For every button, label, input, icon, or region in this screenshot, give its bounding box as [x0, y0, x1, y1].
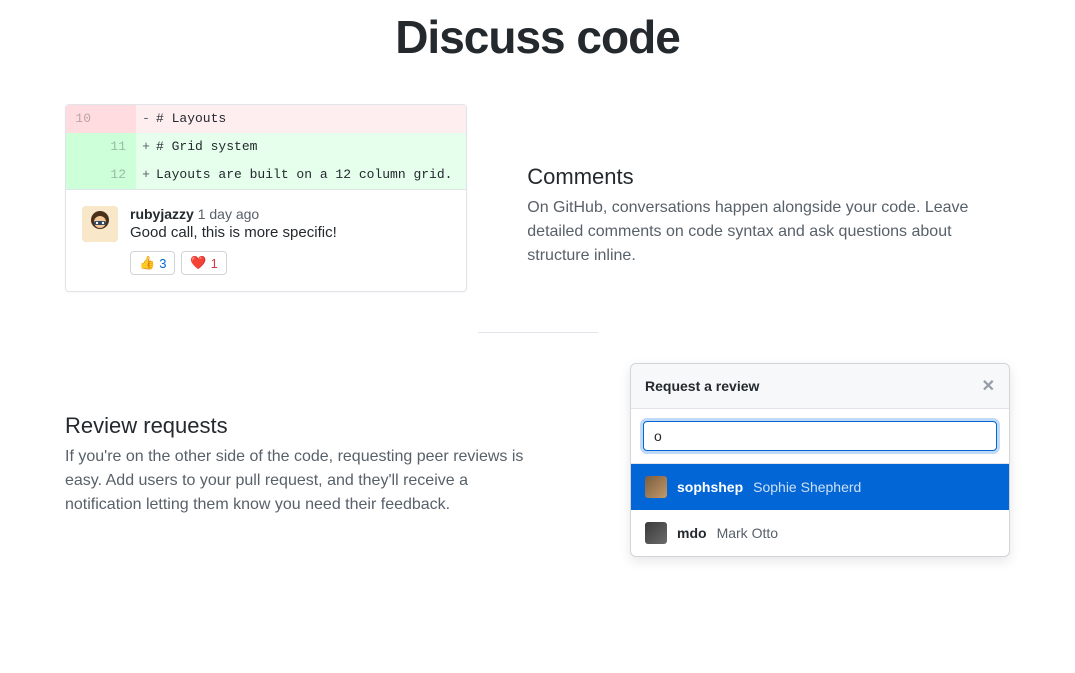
reactions: 👍 3 ❤️ 1: [130, 251, 450, 275]
page-title: Discuss code: [0, 10, 1075, 64]
reviewer-search-input[interactable]: [643, 421, 997, 451]
request-review-popover: Request a review ✕ sophshep Sophie Sheph…: [630, 363, 1010, 557]
reviews-section: Review requests If you're on the other s…: [0, 363, 1075, 557]
reaction-count: 1: [211, 256, 218, 271]
section-heading: Comments: [527, 164, 1010, 190]
old-line-number: 10: [66, 105, 101, 133]
new-line-number: 11: [101, 133, 136, 161]
close-icon[interactable]: ✕: [982, 376, 995, 396]
diff-sign: +: [136, 133, 156, 161]
popover-title: Request a review: [645, 378, 759, 394]
reviewer-result-item[interactable]: sophshep Sophie Shepherd: [631, 464, 1009, 510]
old-line-number: [66, 161, 101, 189]
comment-text: Good call, this is more specific!: [130, 224, 450, 241]
diff-sign: +: [136, 161, 156, 189]
avatar: [645, 522, 667, 544]
comment-author[interactable]: rubyjazzy: [130, 206, 194, 222]
reviewer-username: mdo: [677, 525, 707, 541]
avatar: [82, 206, 118, 242]
diff-row-addition: 11 + # Grid system: [66, 133, 466, 161]
reviewer-result-item[interactable]: mdo Mark Otto: [631, 510, 1009, 556]
reviewer-fullname: Mark Otto: [717, 525, 778, 541]
section-description: If you're on the other side of the code,…: [65, 445, 548, 517]
comment-header: rubyjazzy 1 day ago: [130, 206, 450, 222]
diff-row-addition: 12 + Layouts are built on a 12 column gr…: [66, 161, 466, 189]
diff-card: 10 - # Layouts 11 + # Grid system 12 + L…: [65, 104, 467, 292]
diff-code: Layouts are built on a 12 column grid.: [156, 161, 466, 189]
thumbs-up-icon: 👍: [139, 255, 155, 271]
section-heading: Review requests: [65, 413, 548, 439]
new-line-number: [101, 105, 136, 133]
avatar: [645, 476, 667, 498]
comment-time: 1 day ago: [198, 206, 260, 222]
diff-sign: -: [136, 105, 156, 133]
old-line-number: [66, 133, 101, 161]
reaction-count: 3: [159, 256, 166, 271]
reviewer-fullname: Sophie Shepherd: [753, 479, 861, 495]
new-line-number: 12: [101, 161, 136, 189]
section-divider: [478, 332, 598, 333]
reaction-thumbs-up[interactable]: 👍 3: [130, 251, 175, 275]
diff-code: # Layouts: [156, 105, 466, 133]
diff-code: # Grid system: [156, 133, 466, 161]
comments-section: 10 - # Layouts 11 + # Grid system 12 + L…: [0, 104, 1075, 292]
diff-row-deletion: 10 - # Layouts: [66, 105, 466, 133]
inline-comment: rubyjazzy 1 day ago Good call, this is m…: [66, 189, 466, 291]
reaction-heart[interactable]: ❤️ 1: [181, 251, 226, 275]
section-description: On GitHub, conversations happen alongsid…: [527, 196, 1010, 268]
heart-icon: ❤️: [190, 255, 206, 271]
reviewer-username: sophshep: [677, 479, 743, 495]
